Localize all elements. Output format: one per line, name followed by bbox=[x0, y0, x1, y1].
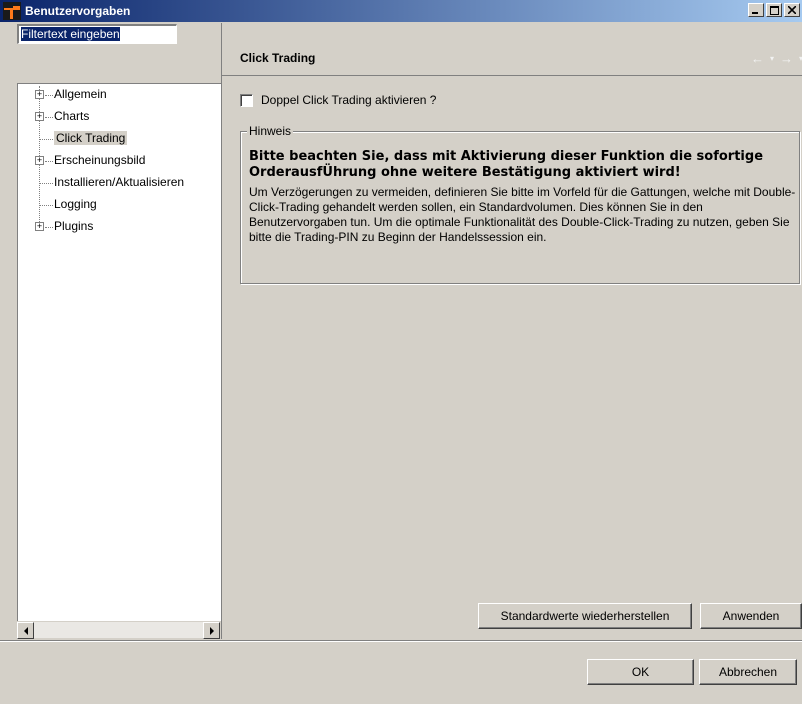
back-dropdown-icon[interactable]: ▾ bbox=[770, 54, 774, 66]
tree-label: Click Trading bbox=[54, 131, 128, 145]
tree-connector bbox=[45, 95, 53, 96]
title-bar[interactable]: Benutzervorgaben bbox=[0, 0, 802, 22]
dialog-footer: OK Abbrechen bbox=[0, 640, 802, 704]
tree-connector bbox=[45, 117, 53, 118]
panel-header: Click Trading ← ▾ → ▾ bbox=[222, 40, 802, 76]
notice-text: Um Verzögerungen zu vermeiden, definiere… bbox=[249, 185, 796, 244]
tree-item-logging[interactable]: Logging bbox=[54, 196, 97, 212]
filter-text: Filtertext eingeben bbox=[21, 27, 120, 41]
double-click-trading-option[interactable]: Doppel Click Trading aktivieren ? bbox=[240, 93, 436, 107]
tree-connector bbox=[45, 227, 53, 228]
close-icon bbox=[788, 6, 796, 14]
history-navigation: ← ▾ → ▾ bbox=[751, 51, 802, 66]
maximize-icon bbox=[769, 5, 779, 15]
expand-toggle-charts[interactable]: + bbox=[35, 112, 44, 121]
window-title: Benutzervorgaben bbox=[25, 4, 131, 18]
cancel-button[interactable]: Abbrechen bbox=[699, 659, 797, 685]
app-icon bbox=[3, 2, 21, 20]
tree-label: Allgemein bbox=[54, 87, 107, 101]
expand-toggle-erscheinungsbild[interactable]: + bbox=[35, 156, 44, 165]
tree-label: Plugins bbox=[54, 219, 94, 233]
checkbox-label: Doppel Click Trading aktivieren ? bbox=[261, 93, 437, 107]
arrow-left-icon bbox=[23, 626, 28, 635]
double-click-trading-checkbox[interactable] bbox=[240, 93, 253, 107]
scroll-left-button[interactable] bbox=[17, 622, 34, 639]
tree-label: Installieren/Aktualisieren bbox=[54, 175, 185, 189]
back-arrow-icon[interactable]: ← bbox=[751, 51, 764, 66]
preferences-tree: + Allgemein + Charts Click Trading + Ers… bbox=[17, 83, 221, 621]
tree-item-allgemein[interactable]: Allgemein bbox=[54, 86, 107, 102]
notice-warning: Bitte beachten Sie, dass mit Aktivierung… bbox=[249, 149, 764, 180]
restore-defaults-button[interactable]: Standardwerte wiederherstellen bbox=[478, 603, 692, 629]
tree-connector bbox=[39, 183, 53, 184]
tree-label: Charts bbox=[54, 109, 90, 123]
minimize-icon bbox=[752, 12, 758, 14]
apply-button[interactable]: Anwenden bbox=[700, 603, 802, 629]
notice-groupbox: Hinweis Bitte beachten Sie, dass mit Akt… bbox=[240, 124, 800, 284]
arrow-right-icon bbox=[209, 626, 214, 635]
tree-connector bbox=[39, 139, 53, 140]
tree-item-erscheinungsbild[interactable]: Erscheinungsbild bbox=[54, 152, 145, 168]
scroll-right-button[interactable] bbox=[203, 622, 220, 639]
tree-item-installieren[interactable]: Installieren/Aktualisieren bbox=[54, 174, 184, 190]
expand-toggle-allgemein[interactable]: + bbox=[35, 90, 44, 99]
expand-toggle-plugins[interactable]: + bbox=[35, 222, 44, 231]
close-button[interactable] bbox=[784, 3, 800, 17]
tree-label: Erscheinungsbild bbox=[54, 153, 146, 167]
tree-item-click-trading[interactable]: Click Trading bbox=[54, 130, 128, 146]
panel-title: Click Trading bbox=[240, 50, 316, 65]
tree-connector bbox=[45, 161, 53, 162]
minimize-button[interactable] bbox=[748, 3, 764, 17]
forward-arrow-icon[interactable]: → bbox=[780, 51, 793, 66]
horizontal-scrollbar[interactable] bbox=[17, 621, 220, 639]
maximize-button[interactable] bbox=[766, 3, 782, 17]
ok-button[interactable]: OK bbox=[587, 659, 694, 685]
tree-connector bbox=[39, 205, 53, 206]
right-panel: Click Trading ← ▾ → ▾ Doppel Click Tradi… bbox=[221, 23, 802, 639]
tree-label: Logging bbox=[54, 197, 97, 211]
filter-input[interactable]: Filtertext eingeben bbox=[17, 24, 177, 44]
groupbox-legend: Hinweis bbox=[247, 124, 294, 138]
tree-item-charts[interactable]: Charts bbox=[54, 108, 89, 124]
tree-item-plugins[interactable]: Plugins bbox=[54, 218, 93, 234]
